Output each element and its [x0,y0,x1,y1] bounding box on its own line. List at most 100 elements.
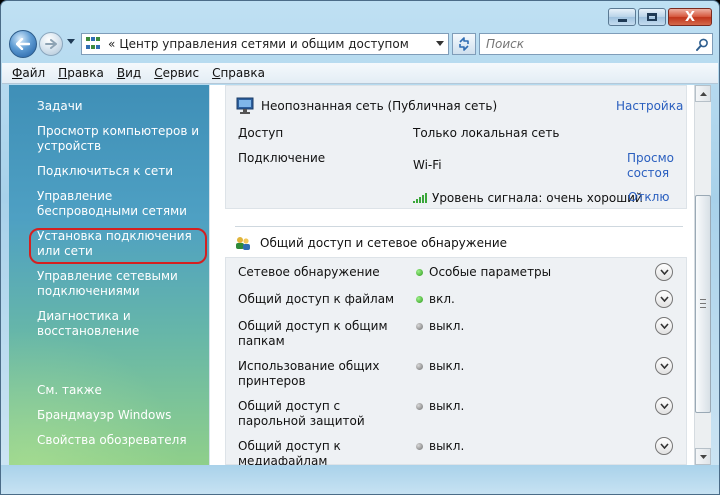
customize-link[interactable]: Настройка [616,99,683,113]
refresh-icon [459,37,469,51]
menu-view[interactable]: Вид [117,66,141,80]
network-panel: Неопознанная сеть (Публичная сеть) Настр… [225,85,687,209]
maximize-icon [647,13,657,21]
chevron-down-icon [659,403,669,409]
sharing-row-label-public-folders: Общий доступ к общим папкам [238,319,388,348]
access-label: Доступ [238,126,284,140]
expand-button-password-protected[interactable] [655,397,673,415]
sharing-row-label-network-discovery: Сетевое обнаружение [238,265,380,279]
control-panel-icon [86,37,102,51]
vertical-scrollbar[interactable] [694,85,711,465]
sharing-title: Общий доступ и сетевое обнаружение [260,236,508,250]
navigation-bar: « Центр управления сетями и общим доступ… [9,29,713,59]
expand-button-file-sharing[interactable] [655,290,673,308]
forward-button[interactable] [39,32,63,56]
task-diagnose-repair[interactable]: Диагностика и восстановление [37,309,202,339]
chevron-down-icon [659,296,669,302]
sharing-row-value-printer-sharing: выкл. [416,359,464,373]
status-on-icon [416,295,423,303]
network-name: Неопознанная сеть (Публичная сеть) [261,99,498,113]
sharing-row-label-file-sharing: Общий доступ к файлам [238,292,395,306]
chevron-down-icon [659,323,669,329]
sharing-row-value-password-protected: выкл. [416,399,464,413]
task-manage-wireless[interactable]: Управление беспроводными сетями [37,189,202,219]
grip-icon [700,299,706,308]
expand-button-printer-sharing[interactable] [655,357,673,375]
expand-button-public-folders[interactable] [655,317,673,335]
chevron-down-icon [659,443,669,449]
tasks-heading: Задачи [37,99,83,113]
highlight-annotation [29,228,207,264]
access-value: Только локальная сеть [413,126,560,140]
sharing-row-label-printer-sharing: Использование общих принтеров [238,359,380,388]
sharing-header: Общий доступ и сетевое обнаружение [234,235,507,251]
recent-pages-dropdown[interactable] [67,37,75,47]
main-content: Неопознанная сеть (Публичная сеть) Настр… [209,85,694,468]
view-status-link-cont[interactable]: состоя [627,166,669,180]
view-status-link[interactable]: Просмо [627,151,674,165]
search-box[interactable] [479,33,713,55]
chevron-down-icon [659,269,669,275]
refresh-button[interactable] [452,33,476,55]
window-frame-bottom [1,465,719,494]
see-also-heading: См. также [37,383,102,397]
address-dropdown[interactable] [432,39,448,49]
forward-arrow-icon [45,39,57,49]
task-pane: Задачи Просмотр компьютеров и устройств … [9,85,209,465]
signal-bars-icon [413,193,427,203]
task-connect-to-network[interactable]: Подключиться к сети [37,164,202,179]
sharing-row-value-network-discovery: Особые параметры [416,265,551,279]
network-icon [236,97,254,114]
scroll-up-icon [699,91,707,96]
search-icon[interactable] [692,38,712,51]
status-off-icon [416,402,423,410]
expand-button-media-sharing[interactable] [655,437,673,455]
caption-buttons: X [608,8,712,26]
link-windows-firewall[interactable]: Брандмауэр Windows [37,408,202,423]
minimize-button[interactable] [608,8,636,26]
minimize-icon [617,18,627,22]
sharing-icon [236,237,250,250]
status-on-icon [416,268,423,276]
menu-edit[interactable]: Правка [58,66,104,80]
back-arrow-icon [16,38,30,50]
chevron-down-icon [436,41,444,46]
search-input[interactable] [486,37,692,51]
sharing-row-value-media-sharing: выкл. [416,439,464,453]
sharing-row-value-public-folders: выкл. [416,319,464,333]
menu-tools[interactable]: Сервис [154,66,199,80]
scroll-thumb[interactable] [695,195,711,413]
breadcrumb[interactable]: Центр управления сетями и общим доступом [119,37,432,51]
back-button[interactable] [9,30,37,58]
chevron-down-icon [659,363,669,369]
scroll-up-button[interactable] [695,85,711,102]
task-manage-connections[interactable]: Управление сетевыми подключениями [37,269,202,299]
connection-value: Wi-Fi [413,158,442,172]
link-internet-options[interactable]: Свойства обозревателя [37,433,202,448]
divider [235,226,683,227]
status-off-icon [416,322,423,330]
sharing-row-label-password-protected: Общий доступ с парольной защитой [238,399,365,428]
expand-button-network-discovery[interactable] [655,263,673,281]
network-header: Неопознанная сеть (Публичная сеть) [235,97,497,115]
sharing-panel: Сетевое обнаружение Особые параметры Общ… [225,257,687,468]
status-off-icon [416,362,423,370]
breadcrumb-chevron[interactable]: « [108,37,115,51]
close-button[interactable]: X [668,8,712,26]
status-off-icon [416,442,423,450]
close-icon: X [684,9,696,25]
window: X « Центр управления сетями и общим дост… [0,0,720,495]
sharing-row-value-file-sharing: вкл. [416,292,455,306]
menu-file[interactable]: Файл [12,66,45,80]
menu-bar: Файл Правка Вид Сервис Справка [2,63,718,84]
disconnect-link[interactable]: Отклю [628,190,669,204]
address-bar[interactable]: « Центр управления сетями и общим доступ… [81,33,449,55]
scroll-down-icon [699,454,707,459]
menu-help[interactable]: Справка [212,66,265,80]
task-view-computers[interactable]: Просмотр компьютеров и устройств [37,124,202,154]
connection-label: Подключение [238,151,326,165]
maximize-button[interactable] [638,8,666,26]
signal-strength: Уровень сигнала: очень хороший [413,191,643,205]
chevron-down-icon [67,39,75,44]
scroll-down-button[interactable] [695,448,711,465]
